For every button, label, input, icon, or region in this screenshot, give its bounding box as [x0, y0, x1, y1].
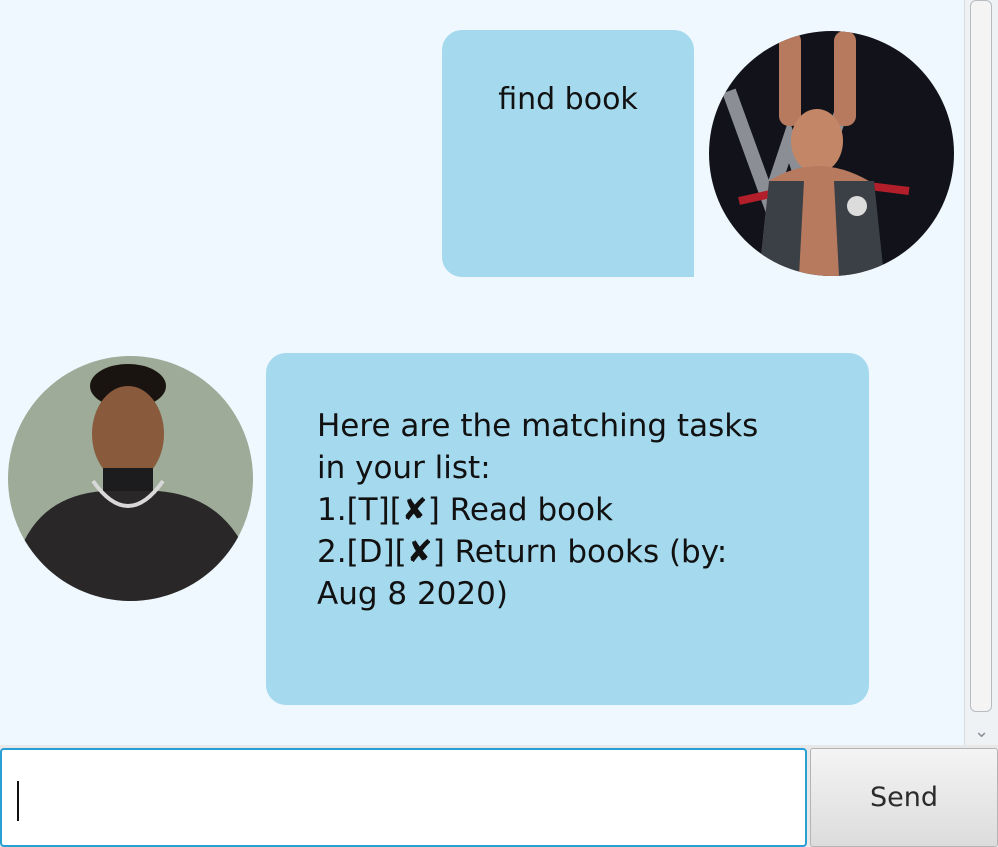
chat-area: find book Here are the matching tasks in…	[0, 0, 964, 745]
user-message-text: find book	[498, 82, 638, 117]
user-message-bubble: find book	[442, 30, 694, 277]
bot-message-bubble: Here are the matching tasks in your list…	[266, 353, 869, 705]
scrollbar-thumb[interactable]	[970, 0, 992, 712]
scroll-down-icon[interactable]: ⌄	[965, 718, 998, 745]
wrestler-avatar-icon	[709, 31, 954, 276]
bot-message-line: 2.[D][✘] Return books (by:	[317, 534, 728, 570]
bot-message-line: Aug 8 2020)	[317, 576, 508, 612]
send-button[interactable]: Send	[810, 748, 998, 847]
man-avatar-icon	[8, 356, 253, 601]
input-row: Send	[0, 745, 998, 847]
message-input[interactable]	[0, 748, 807, 847]
bot-message-line: in your list:	[317, 450, 491, 486]
bot-message-line: Here are the matching tasks	[317, 408, 759, 444]
vertical-scrollbar[interactable]: ⌄	[964, 0, 998, 745]
user-avatar	[709, 31, 954, 276]
text-caret	[17, 781, 19, 821]
bot-avatar	[8, 356, 253, 601]
bot-message-line: 1.[T][✘] Read book	[317, 492, 614, 528]
